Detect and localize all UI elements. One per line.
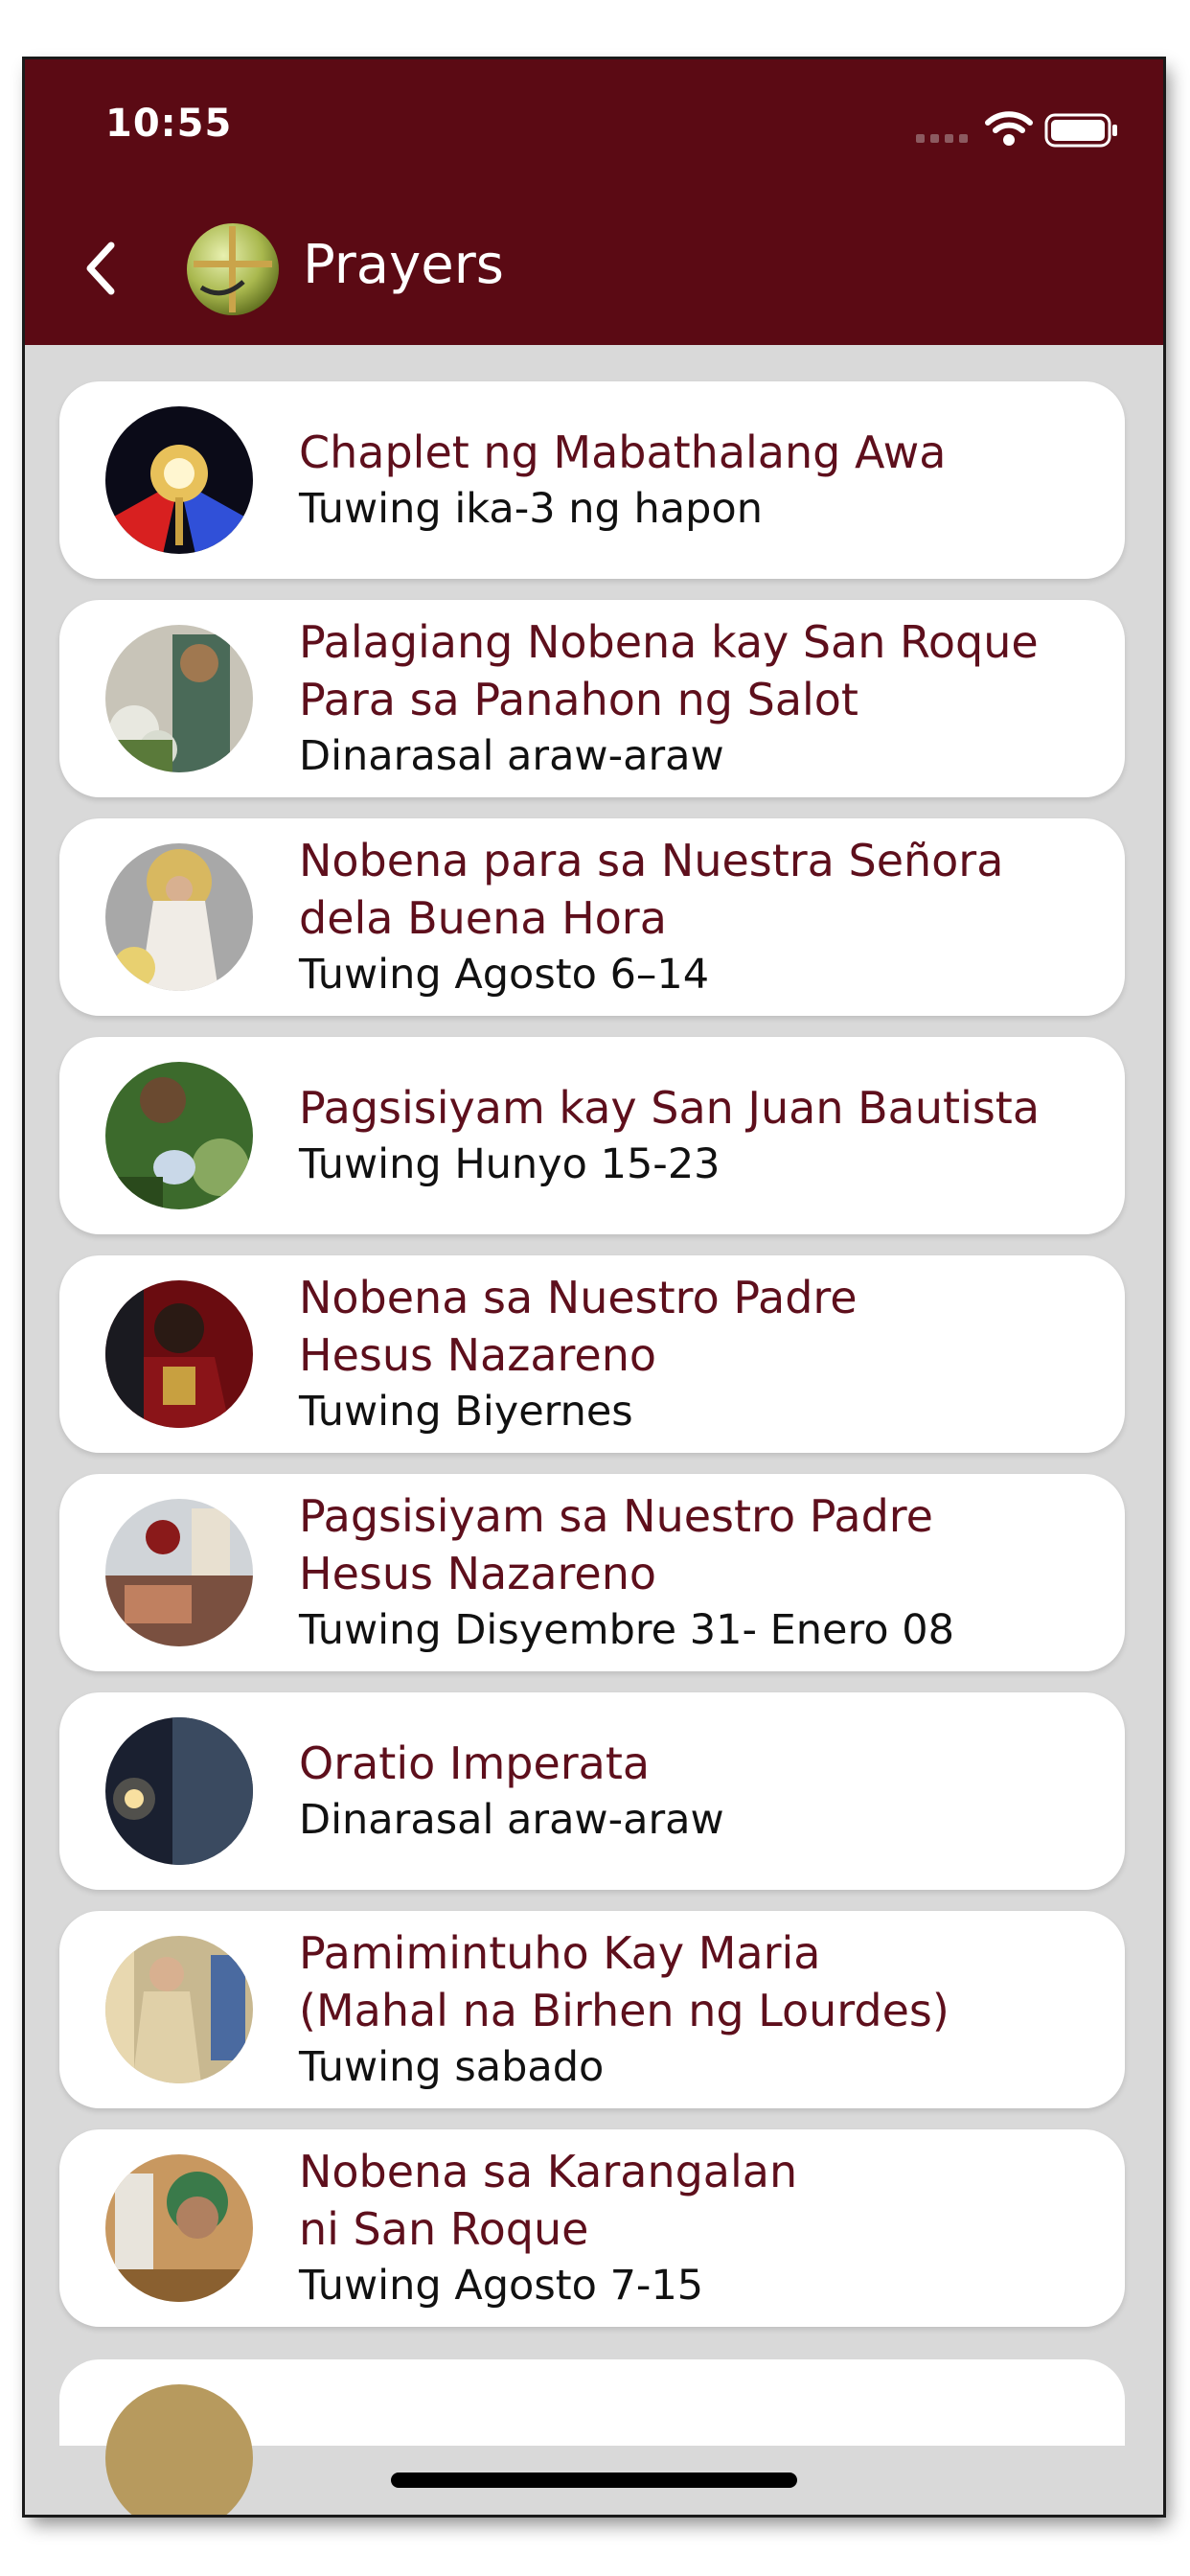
app-header: 10:55 Prayers: [25, 59, 1163, 345]
status-time: 10:55: [105, 102, 233, 146]
prayer-title: Palagiang Nobena kay San Roque Para sa P…: [299, 616, 1039, 725]
prayer-item[interactable]: Nobena sa Karangalan ni San Roque Tuwing…: [59, 2129, 1125, 2327]
prayer-thumbnail: [105, 2384, 253, 2515]
prayer-title: Pagsisiyam kay San Juan Bautista: [299, 1082, 1041, 1134]
prayer-schedule: Tuwing Biyernes: [299, 1388, 633, 1436]
prayer-title: Pamimintuho Kay Maria (Mahal na Birhen n…: [299, 1927, 950, 2036]
phone-screen: 10:55 Prayers Chaplet ng Mabathalang Awa…: [25, 59, 1163, 2515]
app-logo: [187, 223, 279, 315]
page-title: Prayers: [303, 234, 504, 296]
prayer-thumbnail: [105, 843, 253, 991]
prayer-item[interactable]: Chaplet ng Mabathalang Awa Tuwing ika-3 …: [59, 381, 1125, 579]
home-indicator[interactable]: [391, 2472, 797, 2488]
prayer-item-partial[interactable]: [59, 2359, 1125, 2515]
back-button[interactable]: [61, 230, 138, 307]
cellular-signal-icon: [916, 134, 968, 143]
prayer-schedule: Dinarasal araw-araw: [299, 1796, 724, 1844]
prayer-list: Chaplet ng Mabathalang Awa Tuwing ika-3 …: [59, 381, 1125, 2348]
prayer-item[interactable]: Oratio Imperata Dinarasal araw-araw: [59, 1692, 1125, 1890]
prayer-schedule: Tuwing Agosto 6–14: [299, 951, 710, 999]
prayer-item[interactable]: Palagiang Nobena kay San Roque Para sa P…: [59, 600, 1125, 797]
prayer-title: Chaplet ng Mabathalang Awa: [299, 426, 947, 478]
prayer-thumbnail: [105, 625, 253, 772]
prayer-schedule: Dinarasal araw-araw: [299, 732, 724, 780]
chevron-left-icon: [86, 242, 115, 295]
prayer-item[interactable]: Pamimintuho Kay Maria (Mahal na Birhen n…: [59, 1911, 1125, 2108]
prayer-item[interactable]: Nobena sa Nuestro Padre Hesus Nazareno T…: [59, 1255, 1125, 1453]
prayer-item[interactable]: Pagsisiyam kay San Juan Bautista Tuwing …: [59, 1037, 1125, 1234]
prayer-item[interactable]: Nobena para sa Nuestra Señora dela Buena…: [59, 818, 1125, 1016]
prayer-title: Nobena sa Karangalan ni San Roque: [299, 2146, 798, 2255]
prayer-thumbnail: [105, 1717, 253, 1865]
prayer-thumbnail: [105, 406, 253, 554]
prayer-schedule: Tuwing Disyembre 31- Enero 08: [299, 1606, 954, 1654]
prayer-thumbnail: [105, 1499, 253, 1646]
battery-icon: [1044, 113, 1117, 148]
prayer-thumbnail: [105, 2154, 253, 2302]
prayer-schedule: Tuwing sabado: [299, 2043, 605, 2091]
prayer-thumbnail: [105, 1062, 253, 1209]
prayer-title: Pagsisiyam sa Nuestro Padre Hesus Nazare…: [299, 1490, 933, 1599]
prayer-item[interactable]: Pagsisiyam sa Nuestro Padre Hesus Nazare…: [59, 1474, 1125, 1671]
prayer-schedule: Tuwing Agosto 7-15: [299, 2262, 704, 2310]
prayer-title: Nobena para sa Nuestra Señora dela Buena…: [299, 835, 1004, 944]
prayer-title: Oratio Imperata: [299, 1737, 651, 1789]
prayer-thumbnail: [105, 1280, 253, 1428]
wifi-icon: [985, 111, 1033, 146]
prayer-thumbnail: [105, 1936, 253, 2083]
prayer-title: Nobena sa Nuestro Padre Hesus Nazareno: [299, 1272, 858, 1381]
prayer-schedule: Tuwing Hunyo 15-23: [299, 1140, 721, 1188]
prayer-schedule: Tuwing ika-3 ng hapon: [299, 485, 763, 533]
